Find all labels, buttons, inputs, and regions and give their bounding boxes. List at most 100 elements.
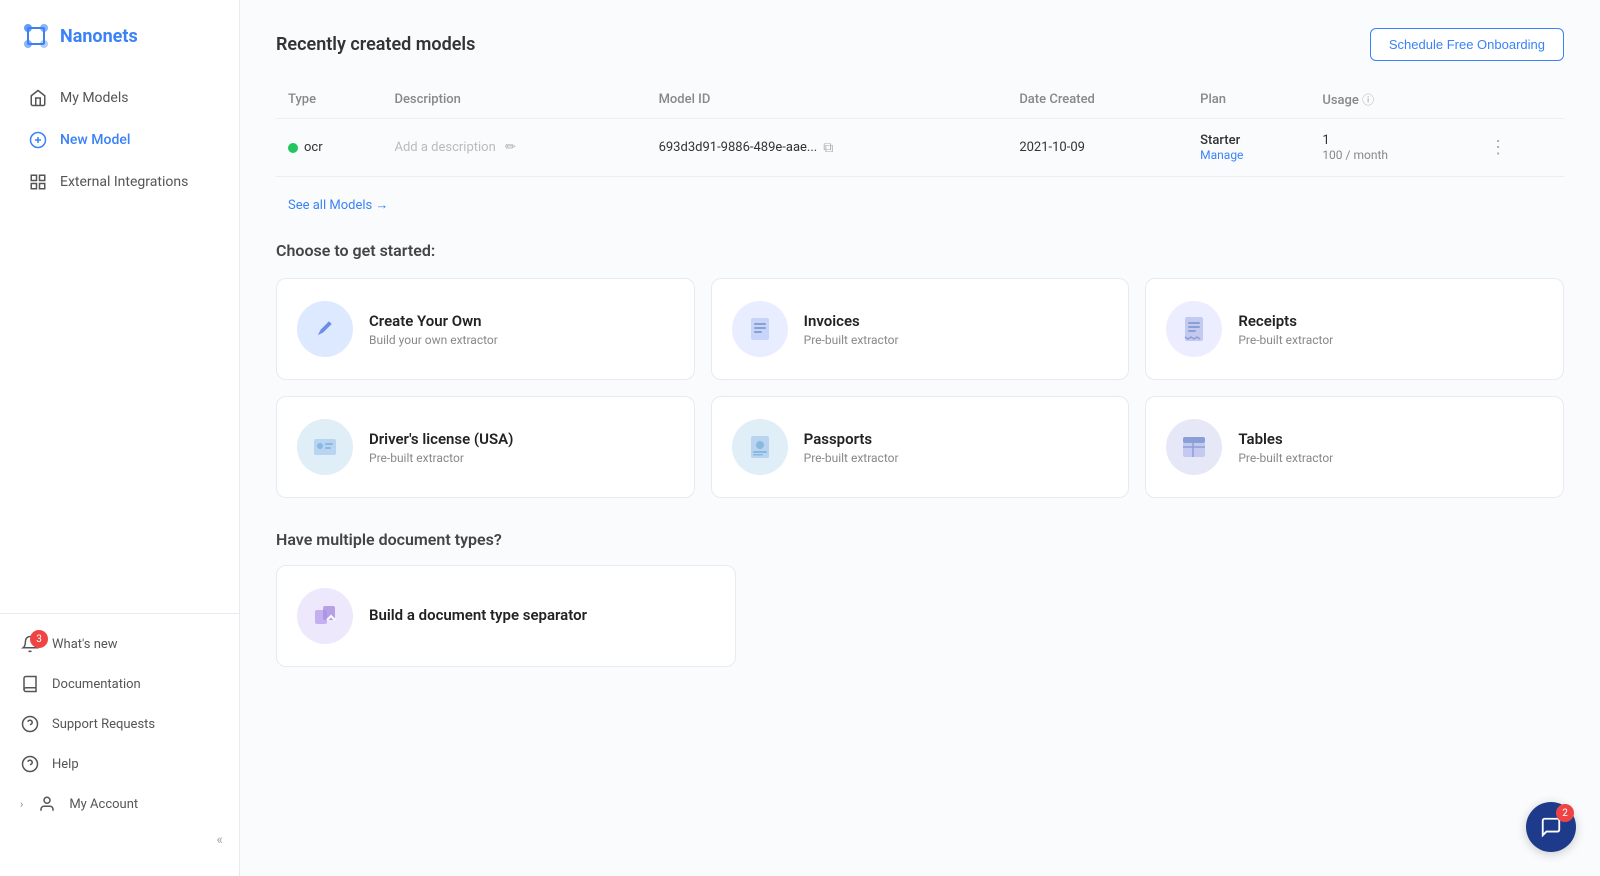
- card-content-create-your-own: Create Your Own Build your own extractor: [369, 312, 674, 347]
- card-subtitle-passports: Pre-built extractor: [804, 451, 1109, 465]
- card-icon-doc-separator: [297, 588, 353, 644]
- separator-icon: [311, 602, 339, 630]
- pencil-icon: [311, 315, 339, 343]
- card-tables[interactable]: Tables Pre-built extractor: [1145, 396, 1564, 498]
- card-create-your-own[interactable]: Create Your Own Build your own extractor: [276, 278, 695, 380]
- see-all-models-link[interactable]: See all Models →: [288, 197, 388, 213]
- card-content-doc-separator: Build a document type separator: [369, 606, 715, 627]
- card-icon-tables: [1166, 419, 1222, 475]
- copy-model-id-icon[interactable]: ⧉: [823, 140, 833, 156]
- card-receipts[interactable]: Receipts Pre-built extractor: [1145, 278, 1564, 380]
- main-content: Recently created models Schedule Free On…: [240, 0, 1600, 876]
- page-title: Recently created models: [276, 34, 475, 55]
- receipt-icon: [1180, 315, 1208, 343]
- card-subtitle-tables: Pre-built extractor: [1238, 451, 1543, 465]
- card-drivers-license[interactable]: Driver's license (USA) Pre-built extract…: [276, 396, 695, 498]
- col-date-created: Date Created: [1007, 81, 1188, 119]
- card-title-receipts: Receipts: [1238, 312, 1543, 330]
- card-title-passports: Passports: [804, 430, 1109, 448]
- sidebar-item-new-model[interactable]: New Model: [8, 120, 231, 160]
- row-usage-limit: 100 / month: [1322, 148, 1461, 162]
- row-usage-count: 1: [1322, 133, 1461, 148]
- row-model-id-value: 693d3d91-9886-489e-aae...: [659, 140, 818, 155]
- card-subtitle-create-your-own: Build your own extractor: [369, 333, 674, 347]
- choose-section-title: Choose to get started:: [276, 241, 1564, 260]
- sidebar-item-external-integrations[interactable]: External Integrations: [8, 162, 231, 202]
- my-account-label: My Account: [69, 797, 138, 812]
- table-header: Type Description Model ID Date Created P…: [276, 81, 1564, 119]
- row-type-cell: ocr: [276, 119, 382, 177]
- card-content-drivers-license: Driver's license (USA) Pre-built extract…: [369, 430, 674, 465]
- logo-text: Nanonets: [60, 26, 138, 47]
- row-plan-cell: Starter Manage: [1188, 119, 1310, 177]
- cards-grid: Create Your Own Build your own extractor…: [276, 278, 1564, 498]
- models-table: Type Description Model ID Date Created P…: [276, 81, 1564, 177]
- documentation-label: Documentation: [52, 677, 141, 692]
- sidebar-item-help[interactable]: Help: [0, 744, 239, 784]
- user-icon: [37, 794, 57, 814]
- card-passports[interactable]: Passports Pre-built extractor: [711, 396, 1130, 498]
- manage-plan-link[interactable]: Manage: [1200, 148, 1298, 162]
- invoice-icon: [746, 315, 774, 343]
- card-subtitle-invoices: Pre-built extractor: [804, 333, 1109, 347]
- chat-bubble[interactable]: 2: [1526, 802, 1576, 852]
- card-icon-passports: [732, 419, 788, 475]
- row-type-value: ocr: [304, 140, 323, 155]
- card-title-tables: Tables: [1238, 430, 1543, 448]
- card-subtitle-receipts: Pre-built extractor: [1238, 333, 1543, 347]
- plus-circle-icon: [28, 130, 48, 150]
- help-label: Help: [52, 757, 79, 772]
- card-icon-receipts: [1166, 301, 1222, 357]
- id-card-icon: [311, 433, 339, 461]
- main-nav: My Models New Model External Integration…: [0, 76, 239, 613]
- sidebar-item-new-model-label: New Model: [60, 132, 130, 148]
- collapse-sidebar-button[interactable]: «: [0, 824, 239, 856]
- row-more-button[interactable]: ⋮: [1485, 137, 1511, 158]
- schedule-onboarding-button[interactable]: Schedule Free Onboarding: [1370, 28, 1564, 61]
- table-icon: [1180, 433, 1208, 461]
- edit-description-icon[interactable]: ✏: [505, 140, 516, 155]
- sidebar-item-my-account[interactable]: › My Account: [0, 784, 239, 824]
- sidebar-item-my-models-label: My Models: [60, 90, 128, 106]
- row-more-cell: ⋮: [1473, 119, 1564, 177]
- card-content-receipts: Receipts Pre-built extractor: [1238, 312, 1543, 347]
- row-date-created-cell: 2021-10-09: [1007, 119, 1188, 177]
- row-plan-value: Starter: [1200, 133, 1298, 148]
- table-row: ocr Add a description ✏ 693d3d91-9886-48…: [276, 119, 1564, 177]
- card-invoices[interactable]: Invoices Pre-built extractor: [711, 278, 1130, 380]
- support-requests-label: Support Requests: [52, 717, 155, 732]
- card-icon-create-your-own: [297, 301, 353, 357]
- status-dot: [288, 143, 298, 153]
- row-description-cell: Add a description ✏: [382, 119, 646, 177]
- multi-doc-section: Have multiple document types? Build a do…: [276, 530, 1564, 667]
- col-usage: Usage ⓘ: [1310, 81, 1473, 119]
- multi-doc-section-title: Have multiple document types?: [276, 530, 1564, 549]
- card-title-create-your-own: Create Your Own: [369, 312, 674, 330]
- sidebar-item-support-requests[interactable]: Support Requests: [0, 704, 239, 744]
- card-doc-separator[interactable]: Build a document type separator: [276, 565, 736, 667]
- card-icon-invoices: [732, 301, 788, 357]
- sidebar-item-documentation[interactable]: Documentation: [0, 664, 239, 704]
- card-title-drivers-license: Driver's license (USA): [369, 430, 674, 448]
- card-content-invoices: Invoices Pre-built extractor: [804, 312, 1109, 347]
- logo[interactable]: Nanonets: [0, 0, 239, 76]
- nanonets-logo-icon: [20, 20, 52, 52]
- help-circle-icon: [20, 714, 40, 734]
- col-type: Type: [276, 81, 382, 119]
- sidebar-item-my-models[interactable]: My Models: [8, 78, 231, 118]
- card-subtitle-drivers-license: Pre-built extractor: [369, 451, 674, 465]
- sidebar: Nanonets My Models New Model External In…: [0, 0, 240, 876]
- home-icon: [28, 88, 48, 108]
- card-title-doc-separator: Build a document type separator: [369, 606, 715, 624]
- passport-icon: [746, 433, 774, 461]
- row-model-id-cell: 693d3d91-9886-489e-aae... ⧉: [647, 119, 1008, 177]
- chat-badge: 2: [1556, 804, 1574, 822]
- whats-new-label: What's new: [52, 637, 118, 652]
- sidebar-item-whats-new[interactable]: 3 What's new: [0, 624, 239, 664]
- card-title-invoices: Invoices: [804, 312, 1109, 330]
- row-usage-cell: 1 100 / month: [1310, 119, 1473, 177]
- sidebar-item-external-integrations-label: External Integrations: [60, 174, 188, 190]
- card-content-tables: Tables Pre-built extractor: [1238, 430, 1543, 465]
- notification-badge: 3: [30, 630, 48, 648]
- usage-info-icon[interactable]: ⓘ: [1362, 93, 1374, 107]
